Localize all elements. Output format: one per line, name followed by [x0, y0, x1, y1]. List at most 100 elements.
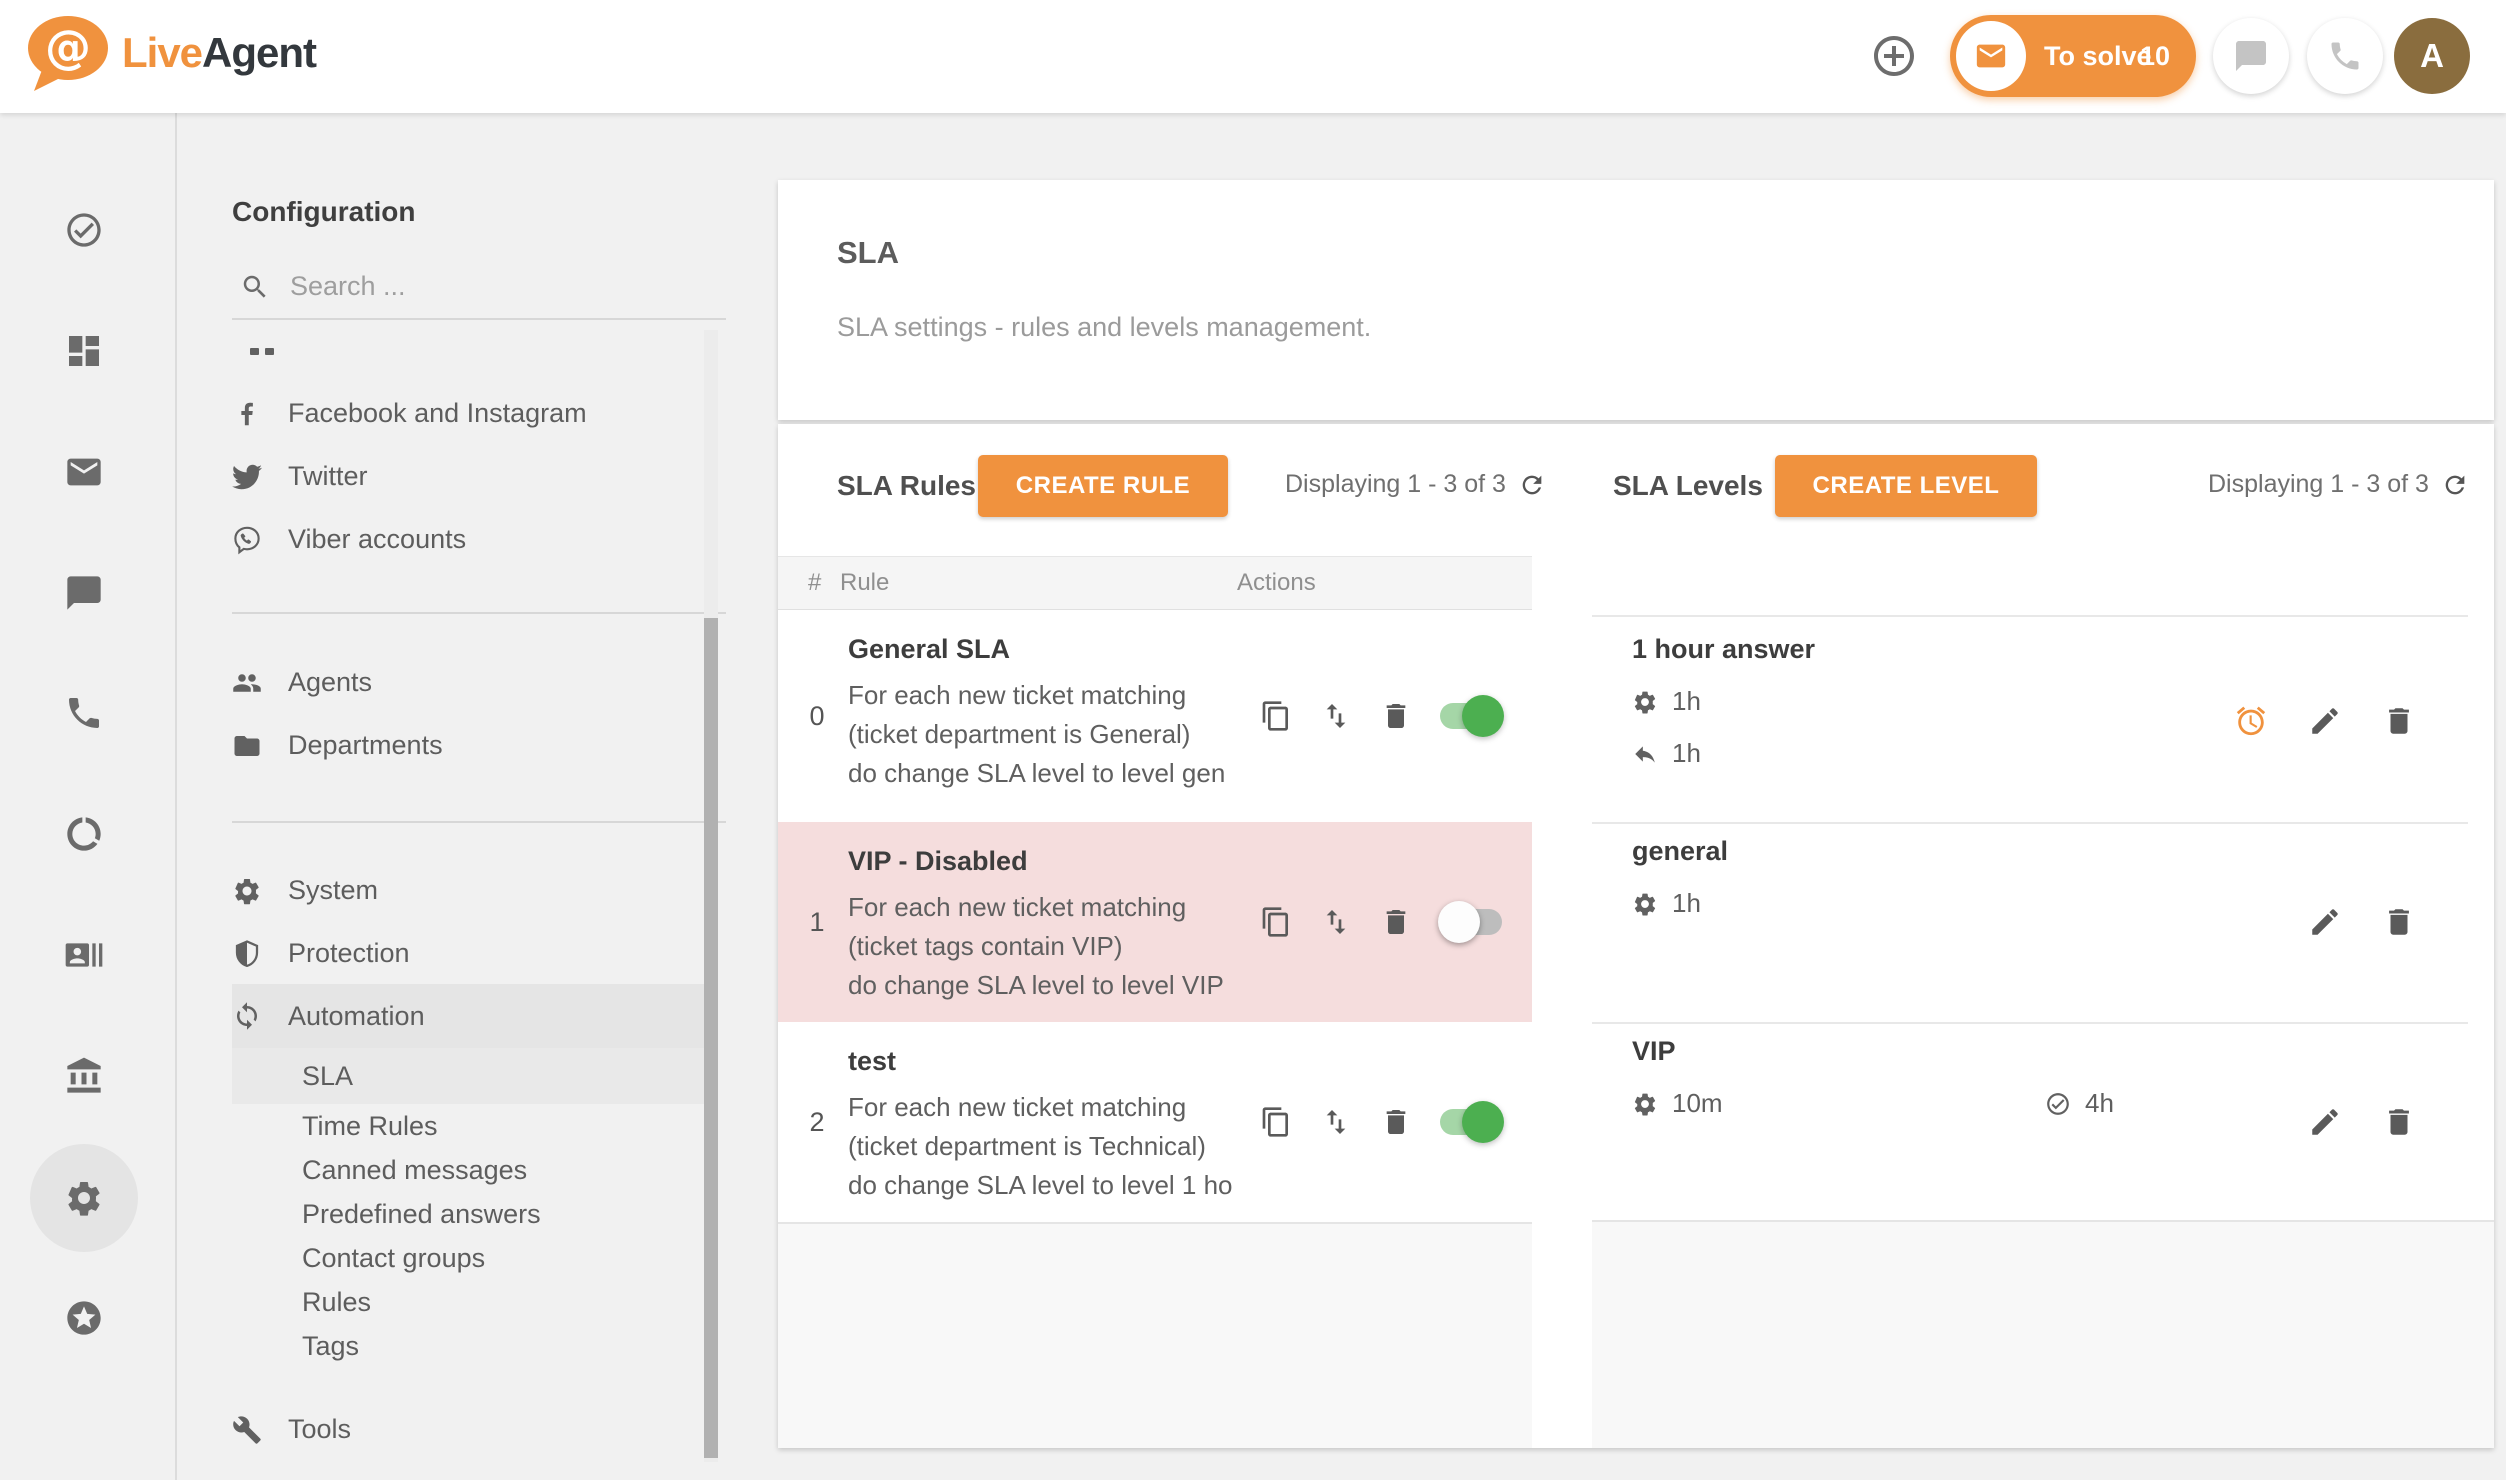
page-subtitle: SLA settings - rules and levels manageme…: [837, 312, 1371, 343]
reorder-icon[interactable]: [1320, 700, 1352, 732]
rail-mail-icon[interactable]: [64, 452, 104, 492]
avatar-initial: A: [2420, 37, 2444, 75]
edit-icon[interactable]: [2308, 704, 2342, 738]
sidebar-item-contact-groups[interactable]: Contact groups: [232, 1236, 704, 1280]
rule-enabled-toggle[interactable]: [1440, 909, 1502, 935]
trash-icon[interactable]: [2382, 704, 2416, 738]
col-num: #: [808, 569, 821, 597]
trash-icon[interactable]: [1380, 906, 1412, 938]
sidebar-item-label: Predefined answers: [302, 1199, 541, 1230]
gear-icon: [232, 876, 262, 906]
sidebar-item-automation[interactable]: Automation: [232, 984, 704, 1048]
menu-divider: [232, 821, 726, 823]
sidebar-item-predefined-answers[interactable]: Predefined answers: [232, 1192, 704, 1236]
sidebar-item-system[interactable]: System: [232, 859, 704, 922]
config-panel-title: Configuration: [232, 196, 416, 228]
rail-settings-icon[interactable]: [64, 1178, 104, 1218]
reorder-icon[interactable]: [1320, 906, 1352, 938]
partial-scrolled-item-icon: [250, 348, 274, 355]
rule-line: do change SLA level to level VIP: [848, 966, 1266, 1005]
level-name: 1 hour answer: [1632, 634, 1815, 665]
rule-content: test For each new ticket matching (ticke…: [848, 1044, 1266, 1205]
svg-text:@: @: [45, 20, 91, 74]
sidebar-item-label: Tags: [302, 1331, 359, 1362]
sidebar-item-viber[interactable]: Viber accounts: [232, 508, 704, 571]
sidebar-item-label: System: [288, 875, 378, 906]
rail-dashboard-icon[interactable]: [64, 331, 104, 371]
rule-line: For each new ticket matching: [848, 1088, 1266, 1127]
sidebar-item-label: Automation: [288, 1001, 425, 1032]
copy-icon[interactable]: [1260, 906, 1292, 938]
add-new-button[interactable]: [1856, 18, 1932, 94]
sidebar-item-agents[interactable]: Agents: [232, 651, 704, 714]
level-meta-value: 1h: [1672, 686, 1701, 717]
sidebar-item-label: Facebook and Instagram: [288, 398, 587, 429]
calls-button[interactable]: [2307, 18, 2383, 94]
rail-customers-icon[interactable]: [64, 935, 104, 975]
levels-footer: [1592, 1220, 2494, 1448]
rule-index: 0: [802, 610, 832, 822]
rule-enabled-toggle[interactable]: [1440, 703, 1502, 729]
chats-button[interactable]: [2213, 18, 2289, 94]
refresh-icon[interactable]: [1518, 471, 1546, 499]
toggle-knob: [1462, 1101, 1504, 1143]
level-name: general: [1632, 836, 1728, 867]
copy-icon[interactable]: [1260, 700, 1292, 732]
rail-tickets-icon[interactable]: [64, 210, 104, 250]
copy-icon[interactable]: [1260, 1106, 1292, 1138]
alarm-icon[interactable]: [2234, 704, 2268, 738]
sidebar-item-label: Twitter: [288, 461, 368, 492]
levels-displaying: Displaying 1 - 3 of 3: [2208, 470, 2469, 499]
level-actions: [2234, 704, 2416, 738]
sidebar-item-tags[interactable]: Tags: [232, 1324, 704, 1368]
rule-row[interactable]: 1 VIP - Disabled For each new ticket mat…: [778, 822, 1532, 1022]
sidebar-item-sla[interactable]: SLA: [232, 1048, 704, 1104]
sidebar-item-time-rules[interactable]: Time Rules: [232, 1104, 704, 1148]
rail-reports-icon[interactable]: [64, 814, 104, 854]
sidebar-item-canned-messages[interactable]: Canned messages: [232, 1148, 704, 1192]
rail-starred-icon[interactable]: [64, 1298, 104, 1338]
to-solve-button[interactable]: To solve 10: [1950, 15, 2196, 97]
trash-icon[interactable]: [1380, 700, 1412, 732]
sidebar-item-label: Time Rules: [302, 1111, 438, 1142]
rule-line: (ticket department is General): [848, 715, 1266, 754]
sidebar-item-label: Tools: [288, 1414, 351, 1445]
trash-icon[interactable]: [1380, 1106, 1412, 1138]
search-input[interactable]: [288, 262, 672, 310]
rail-chat-icon[interactable]: [64, 573, 104, 613]
sidebar-item-facebook[interactable]: Facebook and Instagram: [232, 382, 704, 445]
add-circle-icon: [1870, 32, 1918, 80]
sidebar-item-label: Protection: [288, 938, 410, 969]
sidebar-item-twitter[interactable]: Twitter: [232, 445, 704, 508]
rule-enabled-toggle[interactable]: [1440, 1109, 1502, 1135]
refresh-icon[interactable]: [2441, 471, 2469, 499]
trash-icon[interactable]: [2382, 905, 2416, 939]
trash-icon[interactable]: [2382, 1105, 2416, 1139]
rail-academy-icon[interactable]: [64, 1056, 104, 1096]
sidebar-item-departments[interactable]: Departments: [232, 714, 704, 777]
edit-icon[interactable]: [2308, 905, 2342, 939]
sync-icon: [232, 1001, 262, 1031]
rule-line: do change SLA level to level gen: [848, 754, 1266, 793]
rule-actions: [1260, 906, 1502, 938]
sidebar-item-tools[interactable]: Tools: [232, 1398, 704, 1461]
reorder-icon[interactable]: [1320, 1106, 1352, 1138]
avatar[interactable]: A: [2394, 18, 2470, 94]
logo-bubble-icon: @: [24, 14, 114, 92]
rule-row[interactable]: 2 test For each new ticket matching (tic…: [778, 1022, 1532, 1222]
config-scrollbar-thumb[interactable]: [704, 618, 718, 1458]
sidebar-item-protection[interactable]: Protection: [232, 922, 704, 985]
gear-icon: [1632, 891, 1658, 917]
level-actions: [2308, 905, 2416, 939]
sidebar-item-label: Viber accounts: [288, 524, 466, 555]
create-rule-button[interactable]: CREATE RULE: [978, 455, 1228, 517]
edit-icon[interactable]: [2308, 1105, 2342, 1139]
liveagent-logo[interactable]: @ LiveAgent: [24, 14, 316, 92]
create-level-button[interactable]: CREATE LEVEL: [1775, 455, 2037, 517]
rail-phone-icon[interactable]: [64, 693, 104, 733]
rule-row[interactable]: 0 General SLA For each new ticket matchi…: [778, 610, 1532, 822]
rule-index: 2: [802, 1022, 832, 1222]
level-resolve-meta: 4h: [2045, 1088, 2114, 1119]
sidebar-item-rules[interactable]: Rules: [232, 1280, 704, 1324]
shield-icon: [232, 939, 262, 969]
